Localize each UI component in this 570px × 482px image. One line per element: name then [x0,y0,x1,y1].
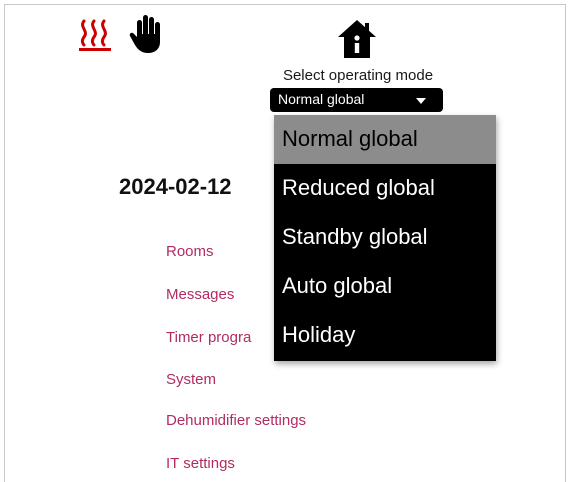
nav-link-system[interactable]: System [166,371,216,388]
operating-mode-label: Select operating mode [282,67,434,84]
operating-mode-select[interactable]: Normal global [270,88,443,112]
nav-link-timer-programs[interactable]: Timer progra [166,329,251,346]
chevron-down-icon [416,98,426,104]
nav-link-rooms[interactable]: Rooms [166,243,214,260]
house-info-icon[interactable] [336,18,378,60]
nav-link-it-settings[interactable]: IT settings [166,455,235,472]
option-standby-global[interactable]: Standby global [274,213,496,262]
hand-icon[interactable] [128,14,164,54]
nav-link-messages[interactable]: Messages [166,286,234,303]
heating-icon[interactable] [78,19,114,53]
option-holiday[interactable]: Holiday [274,311,496,360]
option-normal-global[interactable]: Normal global [274,115,496,164]
nav-link-dehumidifier-settings[interactable]: Dehumidifier settings [166,412,306,429]
current-date: 2024-02-12 [119,174,232,199]
operating-mode-selected-value: Normal global [278,91,365,107]
option-reduced-global[interactable]: Reduced global [274,164,496,213]
operating-mode-dropdown: Normal global Reduced global Standby glo… [274,115,496,361]
option-auto-global[interactable]: Auto global [274,262,496,311]
